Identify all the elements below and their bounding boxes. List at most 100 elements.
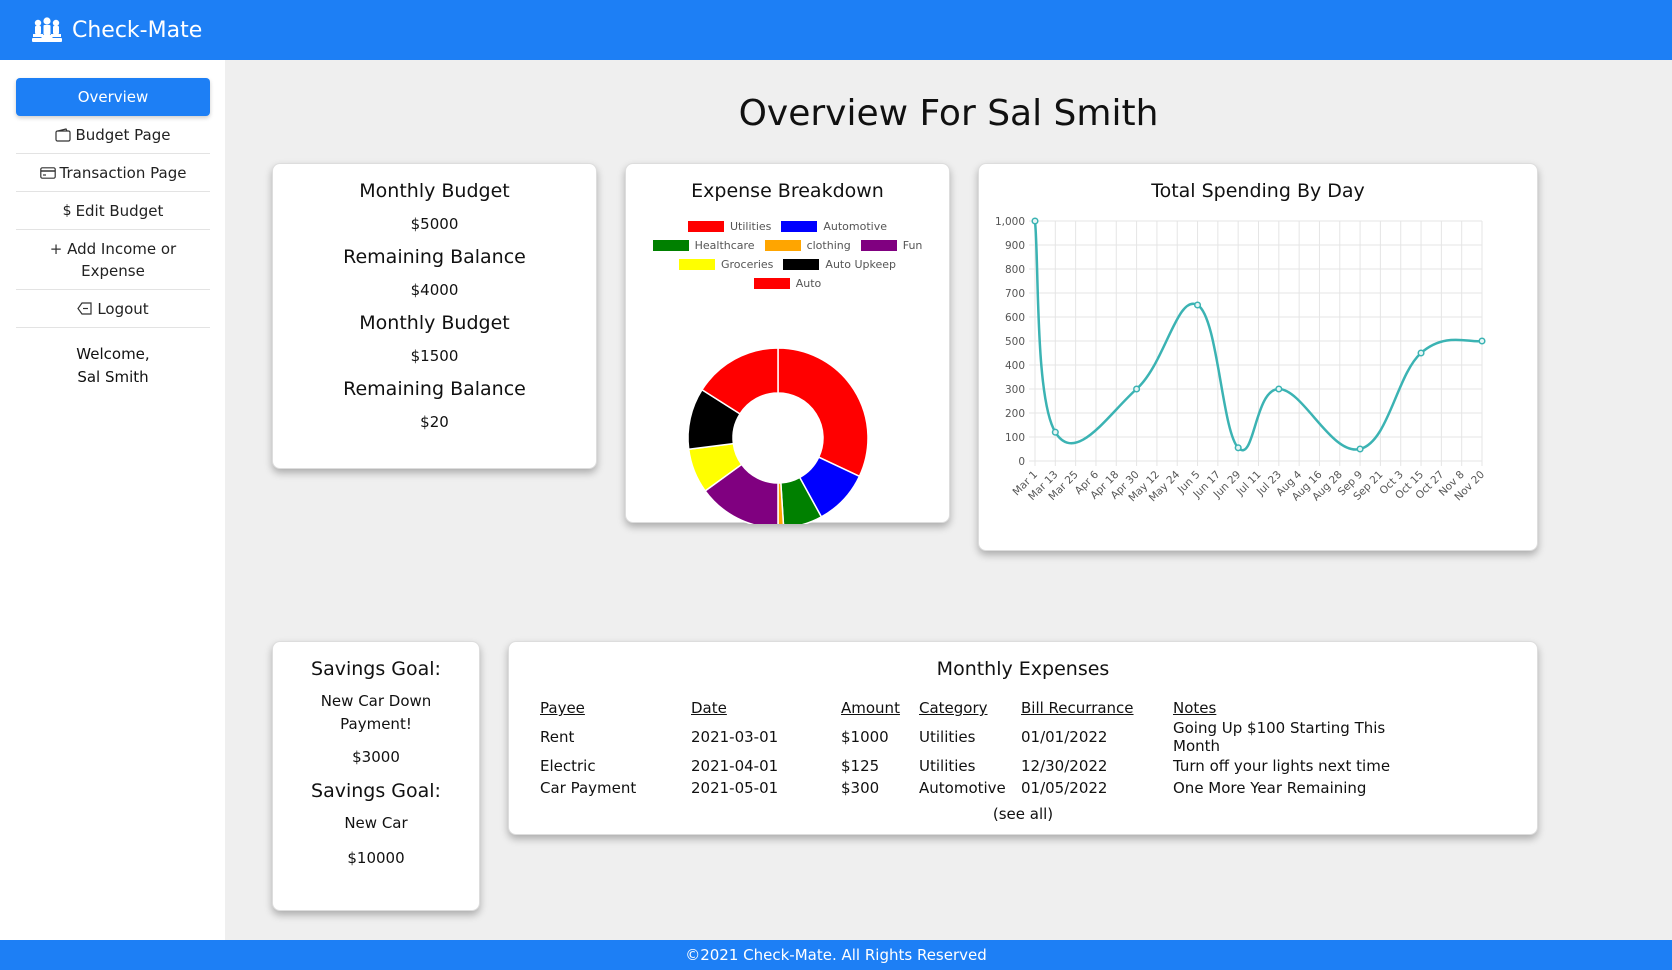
table-cell: 01/01/2022: [1021, 728, 1108, 746]
data-point[interactable]: [1031, 217, 1039, 225]
welcome-message: Welcome, Sal Smith: [16, 343, 210, 389]
y-tick-label: 900: [1005, 240, 1025, 252]
data-point[interactable]: [1478, 337, 1486, 345]
y-tick-label: 100: [1005, 432, 1025, 444]
table-cell: One More Year Remaining: [1173, 779, 1367, 797]
table-row: Car Payment 2021-05-01 $300 Automotive 0…: [540, 777, 1433, 799]
budget-value: $20: [420, 413, 449, 431]
expense-donut-chart: [687, 347, 869, 524]
column-header-date[interactable]: Date: [691, 697, 841, 719]
table-header-row: Payee Date Amount Category Bill Recurran…: [540, 697, 1433, 719]
sidebar-item-label: Transaction Page: [59, 163, 187, 182]
main-content: Overview For Sal Smith Monthly Budget $5…: [225, 60, 1672, 940]
budget-heading: Monthly Budget: [359, 180, 510, 202]
savings-goal-amount: $10000: [347, 849, 405, 867]
dollar-icon: $: [62, 202, 72, 219]
table-cell: 2021-05-01: [691, 779, 779, 797]
footer-copyright: ©2021 Check-Mate. All Rights Reserved: [685, 946, 987, 964]
credit-card-icon: [39, 166, 56, 179]
column-header-bill-recurrance[interactable]: Bill Recurrance: [1021, 697, 1173, 719]
savings-goal-name-line: New Car Down: [320, 692, 432, 710]
table-cell: $125: [841, 757, 880, 775]
table-cell: Turn off your lights next time: [1173, 757, 1391, 775]
sidebar-item-edit-budget[interactable]: $ Edit Budget: [16, 192, 210, 230]
sidebar-item-label: Budget Page: [75, 125, 171, 144]
y-tick-label: 600: [1005, 312, 1025, 324]
table-cell: Utilities: [919, 728, 976, 746]
savings-goal-heading: Savings Goal:: [311, 780, 441, 802]
column-header-payee[interactable]: Payee: [540, 697, 691, 719]
data-point[interactable]: [1417, 349, 1425, 357]
monthly-expenses-card: Monthly Expenses Payee Date Amount Categ…: [508, 641, 1538, 835]
savings-goal-name-line: Payment!: [340, 715, 412, 733]
spending-by-day-card: Total Spending By Day 0 100 200 300 400 500 60…: [978, 163, 1538, 551]
y-tick-label: 500: [1005, 336, 1025, 348]
budget-heading: Remaining Balance: [343, 246, 526, 268]
column-header-category[interactable]: Category: [919, 697, 1021, 719]
logout-icon: [77, 302, 93, 315]
donut-slice-utilities[interactable]: [777, 347, 869, 478]
table-cell: Utilities: [919, 757, 976, 775]
savings-goal-amount: $3000: [352, 748, 400, 766]
monthly-expenses-title: Monthly Expenses: [936, 658, 1110, 680]
budget-heading: Monthly Budget: [359, 312, 510, 334]
table-cell: 2021-04-01: [691, 757, 779, 775]
budget-value: $4000: [410, 281, 459, 299]
sidebar-item-label: Edit Budget: [75, 201, 164, 220]
column-header-amount[interactable]: Amount: [841, 697, 919, 719]
table-cell: 01/05/2022: [1021, 779, 1108, 797]
table-cell: $300: [841, 779, 880, 797]
savings-goal-name: New Car: [344, 814, 408, 832]
table-cell: 12/30/2022: [1021, 757, 1108, 775]
table-row: Electric 2021-04-01 $125 Utilities 12/30…: [540, 755, 1433, 777]
wallet-icon: [55, 127, 72, 142]
savings-goals-card: Savings Goal: New Car Down Payment! $300…: [272, 641, 480, 911]
monthly-expenses-table: Payee Date Amount Category Bill Recurran…: [540, 697, 1433, 799]
savings-goal-name: New Car Down Payment!: [273, 690, 479, 736]
data-point[interactable]: [1133, 385, 1141, 393]
footer: ©2021 Check-Mate. All Rights Reserved: [0, 940, 1672, 970]
sidebar-item-transaction-page[interactable]: Transaction Page: [16, 154, 210, 192]
table-cell: Car Payment: [540, 779, 637, 797]
table-cell: Going Up $100 Starting This Month: [1173, 719, 1386, 755]
y-tick-label: 700: [1005, 288, 1025, 300]
data-point[interactable]: [1051, 428, 1059, 436]
data-point[interactable]: [1193, 301, 1202, 309]
table-cell: Electric: [540, 757, 596, 775]
y-tick-label: 200: [1005, 408, 1025, 420]
sidebar-nav: Overview Budget Page Transaction Page $ …: [16, 78, 210, 328]
sidebar: Overview Budget Page Transaction Page $ …: [0, 60, 225, 940]
table-row: Rent 2021-03-01 $1000 Utilities 01/01/20…: [540, 719, 1433, 755]
y-tick-label: 1,000: [995, 216, 1025, 228]
table-cell: $1000: [841, 728, 889, 746]
spending-line-chart: 01002003004005006007008009001,000Mar 1Ma…: [995, 216, 1487, 504]
table-cell: 2021-03-01: [691, 728, 779, 746]
sidebar-item-overview[interactable]: Overview: [16, 78, 210, 116]
page-title: Overview For Sal Smith: [738, 93, 1159, 134]
data-point[interactable]: [1234, 444, 1242, 452]
data-point[interactable]: [1275, 385, 1283, 393]
y-tick-label: 800: [1005, 264, 1025, 276]
table-cell: Rent: [540, 728, 575, 746]
budget-value: $1500: [410, 347, 459, 365]
y-tick-label: 0: [1018, 456, 1025, 468]
sidebar-item-text: Add Income or Expense: [67, 239, 177, 280]
budget-value: $5000: [410, 215, 459, 233]
data-point[interactable]: [1356, 445, 1364, 453]
brand-name: Check-Mate: [72, 17, 203, 43]
column-header-notes[interactable]: Notes: [1173, 697, 1433, 719]
welcome-greeting: Welcome,: [76, 345, 150, 363]
brand-link[interactable]: Check-Mate: [30, 16, 202, 44]
table-cell: Automotive: [919, 779, 1006, 797]
sidebar-item-label: Logout: [97, 299, 149, 318]
sidebar-item-budget-page[interactable]: Budget Page: [16, 116, 210, 154]
sidebar-item-add-income-or-expense[interactable]: + Add Income or Expense: [16, 230, 210, 290]
y-tick-label: 300: [1005, 384, 1025, 396]
budget-summary-card: Monthly Budget $5000 Remaining Balance $…: [272, 163, 597, 469]
savings-goal-heading: Savings Goal:: [311, 658, 441, 680]
sidebar-item-logout[interactable]: Logout: [16, 290, 210, 328]
sidebar-item-label: + Add Income or Expense: [16, 238, 210, 282]
see-all-link[interactable]: (see all): [509, 805, 1537, 823]
sidebar-item-label: Overview: [77, 88, 149, 106]
chess-pieces-logo-icon: [30, 16, 64, 44]
